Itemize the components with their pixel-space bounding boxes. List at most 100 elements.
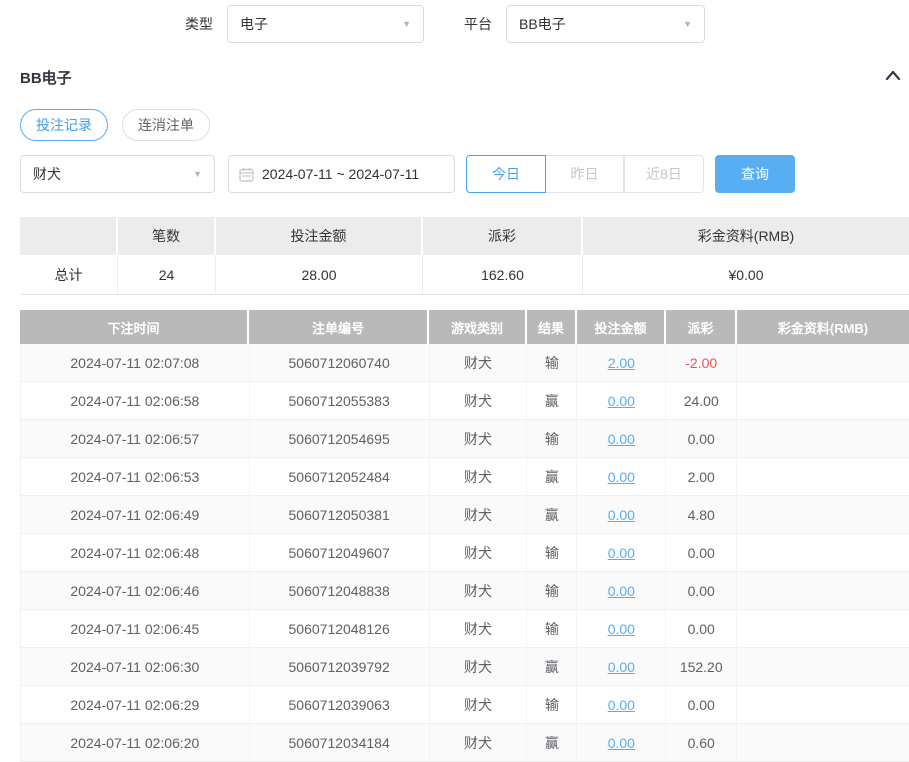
calendar-icon [239,167,254,182]
cell-bet-time: 2024-07-11 02:06:53 [21,458,250,495]
bet-amount-link[interactable]: 0.00 [608,469,635,485]
game-select[interactable]: 财犬 ▼ [20,155,215,193]
cell-bonus [737,534,909,571]
cell-bet-time: 2024-07-11 02:06:20 [21,724,250,761]
bet-amount-link[interactable]: 0.00 [608,735,635,751]
table-header-row: 下注时间 注单编号 游戏类别 结果 投注金额 派彩 彩金资料(RMB) [20,310,909,344]
summary-table: 笔数 投注金额 派彩 彩金资料(RMB) 总计 24 28.00 162.60 … [20,217,909,295]
header-bet-time: 下注时间 [20,310,249,344]
bet-amount-link[interactable]: 2.00 [608,355,635,371]
cell-bonus [737,572,909,609]
summary-total-label: 总计 [20,255,118,294]
cell-payout: 0.00 [666,686,737,723]
cell-bet-time: 2024-07-11 02:07:08 [21,344,250,381]
table-row: 2024-07-11 02:06:535060712052484财犬赢0.002… [20,458,909,496]
cell-bet-time: 2024-07-11 02:06:30 [21,648,250,685]
top-filter-bar: 类型 电子 ▼ 平台 BB电子 ▼ [0,5,705,43]
search-button[interactable]: 查询 [715,155,795,193]
summary-header-row: 笔数 投注金额 派彩 彩金资料(RMB) [20,217,909,255]
tab-bet-records[interactable]: 投注记录 [20,109,108,141]
table-row: 2024-07-11 02:06:585060712055383财犬赢0.002… [20,382,909,420]
bet-amount-link[interactable]: 0.00 [608,393,635,409]
chevron-down-icon: ▼ [402,20,411,29]
last-8-days-button[interactable]: 近8日 [624,155,704,193]
cell-bet-time: 2024-07-11 02:06:58 [21,382,250,419]
cell-bet-time: 2024-07-11 02:06:46 [21,572,250,609]
cell-result: 赢 [527,648,577,685]
table-row: 2024-07-11 02:07:085060712060740财犬输2.00-… [20,344,909,382]
header-bet-amount: 投注金额 [577,310,666,344]
cell-payout: 0.60 [666,724,737,761]
bet-amount-link[interactable]: 0.00 [608,583,635,599]
platform-select[interactable]: BB电子 ▼ [506,5,705,43]
summary-payout-value: 162.60 [423,255,583,294]
bet-amount-link[interactable]: 0.00 [608,659,635,675]
cell-bet-amount: 0.00 [577,382,666,419]
bet-amount-link[interactable]: 0.00 [608,431,635,447]
cell-order-number: 5060712054695 [250,420,430,457]
bet-amount-link[interactable]: 0.00 [608,545,635,561]
bet-records-table: 下注时间 注单编号 游戏类别 结果 投注金额 派彩 彩金资料(RMB) 2024… [20,310,909,762]
cell-bet-amount: 0.00 [577,496,666,533]
cell-order-number: 5060712034184 [250,724,430,761]
cell-bonus [737,610,909,647]
type-select[interactable]: 电子 ▼ [227,5,424,43]
cell-bet-time: 2024-07-11 02:06:49 [21,496,250,533]
cell-payout: 0.00 [666,420,737,457]
table-row: 2024-07-11 02:06:305060712039792财犬赢0.001… [20,648,909,686]
cell-bonus [737,648,909,685]
today-button[interactable]: 今日 [466,155,546,193]
cell-bonus [737,724,909,761]
cell-payout: 0.00 [666,534,737,571]
cell-game-category: 财犬 [430,686,528,723]
cell-order-number: 5060712039063 [250,686,430,723]
cell-result: 赢 [527,724,577,761]
table-row: 2024-07-11 02:06:455060712048126财犬输0.000… [20,610,909,648]
chevron-up-icon[interactable] [884,67,902,85]
bet-amount-link[interactable]: 0.00 [608,697,635,713]
cell-result: 输 [527,534,577,571]
summary-header-blank [20,217,118,255]
date-range-value: 2024-07-11 ~ 2024-07-11 [262,166,419,182]
cell-bonus [737,344,909,381]
cell-order-number: 5060712050381 [250,496,430,533]
cell-bet-amount: 0.00 [577,686,666,723]
bet-amount-link[interactable]: 0.00 [608,621,635,637]
cell-result: 输 [527,686,577,723]
header-result: 结果 [527,310,577,344]
cell-game-category: 财犬 [430,496,528,533]
table-row: 2024-07-11 02:06:295060712039063财犬输0.000… [20,686,909,724]
table-row: 2024-07-11 02:06:495060712050381财犬赢0.004… [20,496,909,534]
cell-bet-amount: 2.00 [577,344,666,381]
cell-game-category: 财犬 [430,724,528,761]
cell-bonus [737,382,909,419]
header-bonus: 彩金资料(RMB) [737,310,909,344]
tab-cancelled-orders[interactable]: 连消注单 [122,109,210,141]
platform-select-value: BB电子 [519,14,566,34]
cell-payout: 2.00 [666,458,737,495]
record-tabs: 投注记录 连消注单 [20,109,210,141]
cell-result: 赢 [527,382,577,419]
cell-game-category: 财犬 [430,610,528,647]
cell-game-category: 财犬 [430,344,528,381]
bet-amount-link[interactable]: 0.00 [608,507,635,523]
cell-bet-amount: 0.00 [577,610,666,647]
cell-result: 赢 [527,496,577,533]
summary-count-value: 24 [118,255,216,294]
summary-header-bonus: 彩金资料(RMB) [583,217,909,255]
header-game-category: 游戏类别 [429,310,527,344]
cell-game-category: 财犬 [430,458,528,495]
cell-result: 赢 [527,458,577,495]
date-range-input[interactable]: 2024-07-11 ~ 2024-07-11 [228,155,455,193]
summary-header-count: 笔数 [118,217,216,255]
summary-bonus-value: ¥0.00 [583,255,909,294]
cell-order-number: 5060712055383 [250,382,430,419]
cell-order-number: 5060712048838 [250,572,430,609]
cell-payout: 0.00 [666,610,737,647]
section-title: BB电子 [20,67,72,88]
chevron-down-icon: ▼ [683,20,692,29]
table-row: 2024-07-11 02:06:485060712049607财犬输0.000… [20,534,909,572]
platform-label: 平台 [464,14,492,34]
yesterday-button[interactable]: 昨日 [546,155,624,193]
cell-result: 输 [527,344,577,381]
